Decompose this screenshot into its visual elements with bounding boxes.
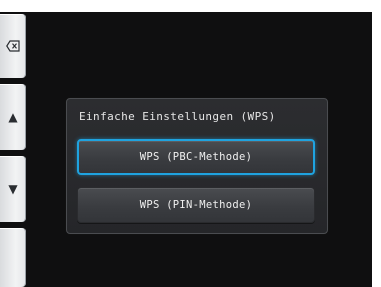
backspace-icon xyxy=(6,40,20,52)
wps-pbc-label: WPS (PBC-Methode) xyxy=(139,151,253,163)
triangle-down-icon: ▼ xyxy=(8,182,18,196)
wps-pin-label: WPS (PIN-Methode) xyxy=(139,199,253,211)
back-button[interactable] xyxy=(0,14,26,78)
device-display: ▲ ▼ Einfache Einstellungen (WPS) WPS (PB… xyxy=(0,12,372,287)
scroll-down-button[interactable]: ▼ xyxy=(0,156,26,222)
scroll-up-button[interactable]: ▲ xyxy=(0,84,26,150)
unlabeled-side-button[interactable] xyxy=(0,228,26,287)
triangle-up-icon: ▲ xyxy=(8,110,18,124)
wps-pin-button[interactable]: WPS (PIN-Methode) xyxy=(77,187,315,223)
screenshot: ▲ ▼ Einfache Einstellungen (WPS) WPS (PB… xyxy=(0,0,381,287)
wps-pbc-button[interactable]: WPS (PBC-Methode) xyxy=(77,139,315,175)
dialog-title: Einfache Einstellungen (WPS) xyxy=(79,110,276,123)
wps-dialog: Einfache Einstellungen (WPS) WPS (PBC-Me… xyxy=(66,98,328,234)
